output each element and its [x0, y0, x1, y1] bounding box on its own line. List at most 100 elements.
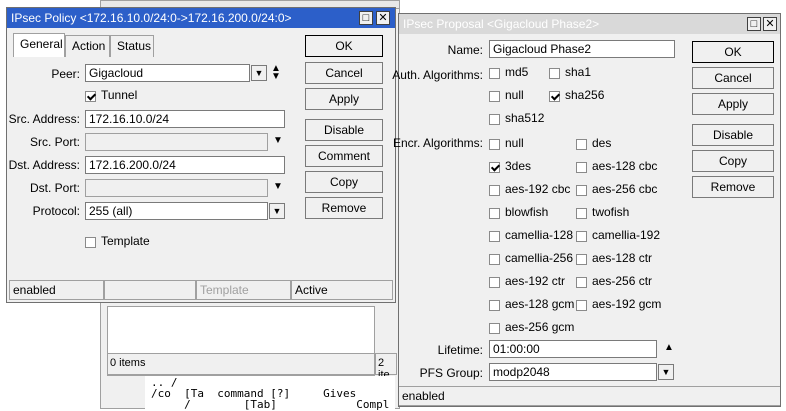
background-list-status-2: 2 ite — [375, 353, 397, 381]
ipsec-proposal-titlebar[interactable]: IPsec Proposal <Gigacloud Phase2> □ ✕ — [399, 14, 780, 34]
tab-action[interactable]: Action — [65, 35, 110, 57]
remove-button[interactable]: Remove — [692, 176, 774, 198]
encr-algorithms-label: Encr. Algorithms: — [392, 136, 483, 150]
close-button[interactable]: ✕ — [763, 17, 777, 31]
algorithm-checkbox[interactable] — [489, 91, 500, 102]
dst-port-label: Dst. Port: — [29, 181, 80, 195]
disable-button[interactable]: Disable — [692, 124, 774, 146]
algorithm-checkbox[interactable] — [489, 185, 500, 196]
protocol-label: Protocol: — [32, 204, 80, 218]
ok-button[interactable]: OK — [692, 41, 774, 63]
algorithm-checkbox[interactable] — [576, 208, 587, 219]
status-enabled: enabled — [399, 386, 780, 406]
algorithm-checkbox[interactable] — [549, 68, 560, 79]
algorithm-label: aes-256 cbc — [592, 182, 658, 196]
auth-algorithms-label: Auth. Algorithms: — [392, 68, 483, 82]
lifetime-input[interactable]: 01:00:00 — [489, 340, 657, 358]
copy-button[interactable]: Copy — [692, 150, 774, 172]
algorithm-checkbox[interactable] — [489, 300, 500, 311]
template-checkbox[interactable] — [85, 237, 96, 248]
terminal-line: / [Tab] Compl — [151, 398, 390, 411]
algorithm-checkbox[interactable] — [576, 162, 587, 173]
updown-arrows-icon[interactable]: ▲ ▼ — [271, 64, 281, 82]
algorithm-label: aes-256 ctr — [592, 274, 653, 288]
template-label: Template — [101, 234, 150, 248]
algorithm-label: null — [505, 88, 524, 102]
maximize-button[interactable]: □ — [747, 17, 761, 31]
collapse-arrow-icon[interactable]: ▲ — [664, 342, 674, 353]
tab-general[interactable]: General — [13, 33, 65, 57]
general-panel: Peer: Gigacloud ▼ ▲ ▼ Tunnel Src. Address… — [7, 57, 297, 278]
expand-arrow-icon[interactable]: ▼ — [273, 135, 283, 146]
protocol-select[interactable]: 255 (all) — [85, 202, 268, 220]
close-button[interactable]: ✕ — [376, 11, 390, 25]
pfs-group-label: PFS Group: — [419, 366, 483, 380]
algorithm-checkbox[interactable] — [489, 68, 500, 79]
algorithm-checkbox[interactable] — [489, 231, 500, 242]
algorithm-checkbox[interactable] — [549, 91, 560, 102]
algorithm-label: aes-128 gcm — [505, 297, 575, 311]
tunnel-label: Tunnel — [101, 88, 138, 102]
tunnel-checkbox[interactable] — [85, 91, 96, 102]
dst-address-input[interactable]: 172.16.200.0/24 — [85, 156, 285, 174]
name-input[interactable]: Gigacloud Phase2 — [489, 40, 675, 58]
name-label: Name: — [447, 43, 483, 57]
algorithm-checkbox[interactable] — [489, 277, 500, 288]
dropdown-icon[interactable]: ▼ — [251, 65, 267, 81]
algorithm-label: des — [592, 136, 612, 150]
status-cell — [104, 280, 196, 300]
apply-button[interactable]: Apply — [305, 88, 383, 110]
algorithm-label: twofish — [592, 205, 630, 219]
algorithm-checkbox[interactable] — [576, 231, 587, 242]
algorithm-checkbox[interactable] — [489, 139, 500, 150]
lifetime-label: Lifetime: — [437, 343, 483, 357]
ok-button[interactable]: OK — [305, 35, 383, 57]
terminal-window[interactable]: .. / /co [Ta command [?] Gives / [Tab] C… — [145, 376, 395, 411]
window-title: IPsec Proposal <Gigacloud Phase2> — [403, 17, 600, 31]
algorithm-label: aes-128 ctr — [592, 251, 653, 265]
src-port-input[interactable] — [85, 133, 268, 151]
algorithm-checkbox[interactable] — [489, 208, 500, 219]
algorithm-checkbox[interactable] — [489, 323, 500, 334]
ipsec-policy-window: IPsec Policy <172.16.10.0/24:0->172.16.2… — [6, 7, 396, 303]
algorithm-checkbox[interactable] — [576, 300, 587, 311]
dst-port-input[interactable] — [85, 179, 268, 197]
algorithm-label: camellia-192 — [592, 228, 661, 242]
cancel-button[interactable]: Cancel — [692, 67, 774, 89]
cancel-button[interactable]: Cancel — [305, 62, 383, 84]
maximize-button[interactable]: □ — [359, 11, 373, 25]
ipsec-proposal-window: IPsec Proposal <Gigacloud Phase2> □ ✕ Na… — [392, 13, 781, 407]
remove-button[interactable]: Remove — [305, 197, 383, 219]
algorithm-checkbox[interactable] — [576, 254, 587, 265]
dst-address-label: Dst. Address: — [8, 158, 80, 172]
apply-button[interactable]: Apply — [692, 93, 774, 115]
copy-button[interactable]: Copy — [305, 171, 383, 193]
tab-status[interactable]: Status — [110, 35, 154, 57]
algorithm-label: aes-128 cbc — [592, 159, 658, 173]
background-list-status: 0 items — [107, 353, 375, 375]
src-address-label: Src. Address: — [8, 112, 80, 126]
peer-select[interactable]: Gigacloud — [85, 64, 250, 82]
algorithm-label: aes-192 cbc — [505, 182, 571, 196]
src-address-input[interactable]: 172.16.10.0/24 — [85, 110, 285, 128]
algorithm-label: camellia-128 — [505, 228, 574, 242]
dropdown-icon[interactable]: ▼ — [269, 203, 285, 219]
algorithm-checkbox[interactable] — [576, 185, 587, 196]
dropdown-icon[interactable]: ▼ — [658, 364, 674, 380]
algorithm-checkbox[interactable] — [489, 114, 500, 125]
algorithm-label: aes-256 gcm — [505, 320, 575, 334]
status-enabled: enabled — [9, 280, 104, 300]
algorithm-label: sha256 — [565, 88, 605, 102]
pfs-group-select[interactable]: modp2048 — [489, 363, 657, 381]
comment-button[interactable]: Comment — [305, 145, 383, 167]
algorithm-checkbox[interactable] — [576, 139, 587, 150]
algorithm-label: sha512 — [505, 111, 545, 125]
ipsec-policy-titlebar[interactable]: IPsec Policy <172.16.10.0/24:0->172.16.2… — [7, 8, 395, 28]
algorithm-label: sha1 — [565, 65, 592, 79]
algorithm-checkbox[interactable] — [576, 277, 587, 288]
disable-button[interactable]: Disable — [305, 119, 383, 141]
algorithm-checkbox[interactable] — [489, 162, 500, 173]
expand-arrow-icon[interactable]: ▼ — [273, 181, 283, 192]
algorithm-checkbox[interactable] — [489, 254, 500, 265]
status-active: Active — [291, 280, 393, 300]
